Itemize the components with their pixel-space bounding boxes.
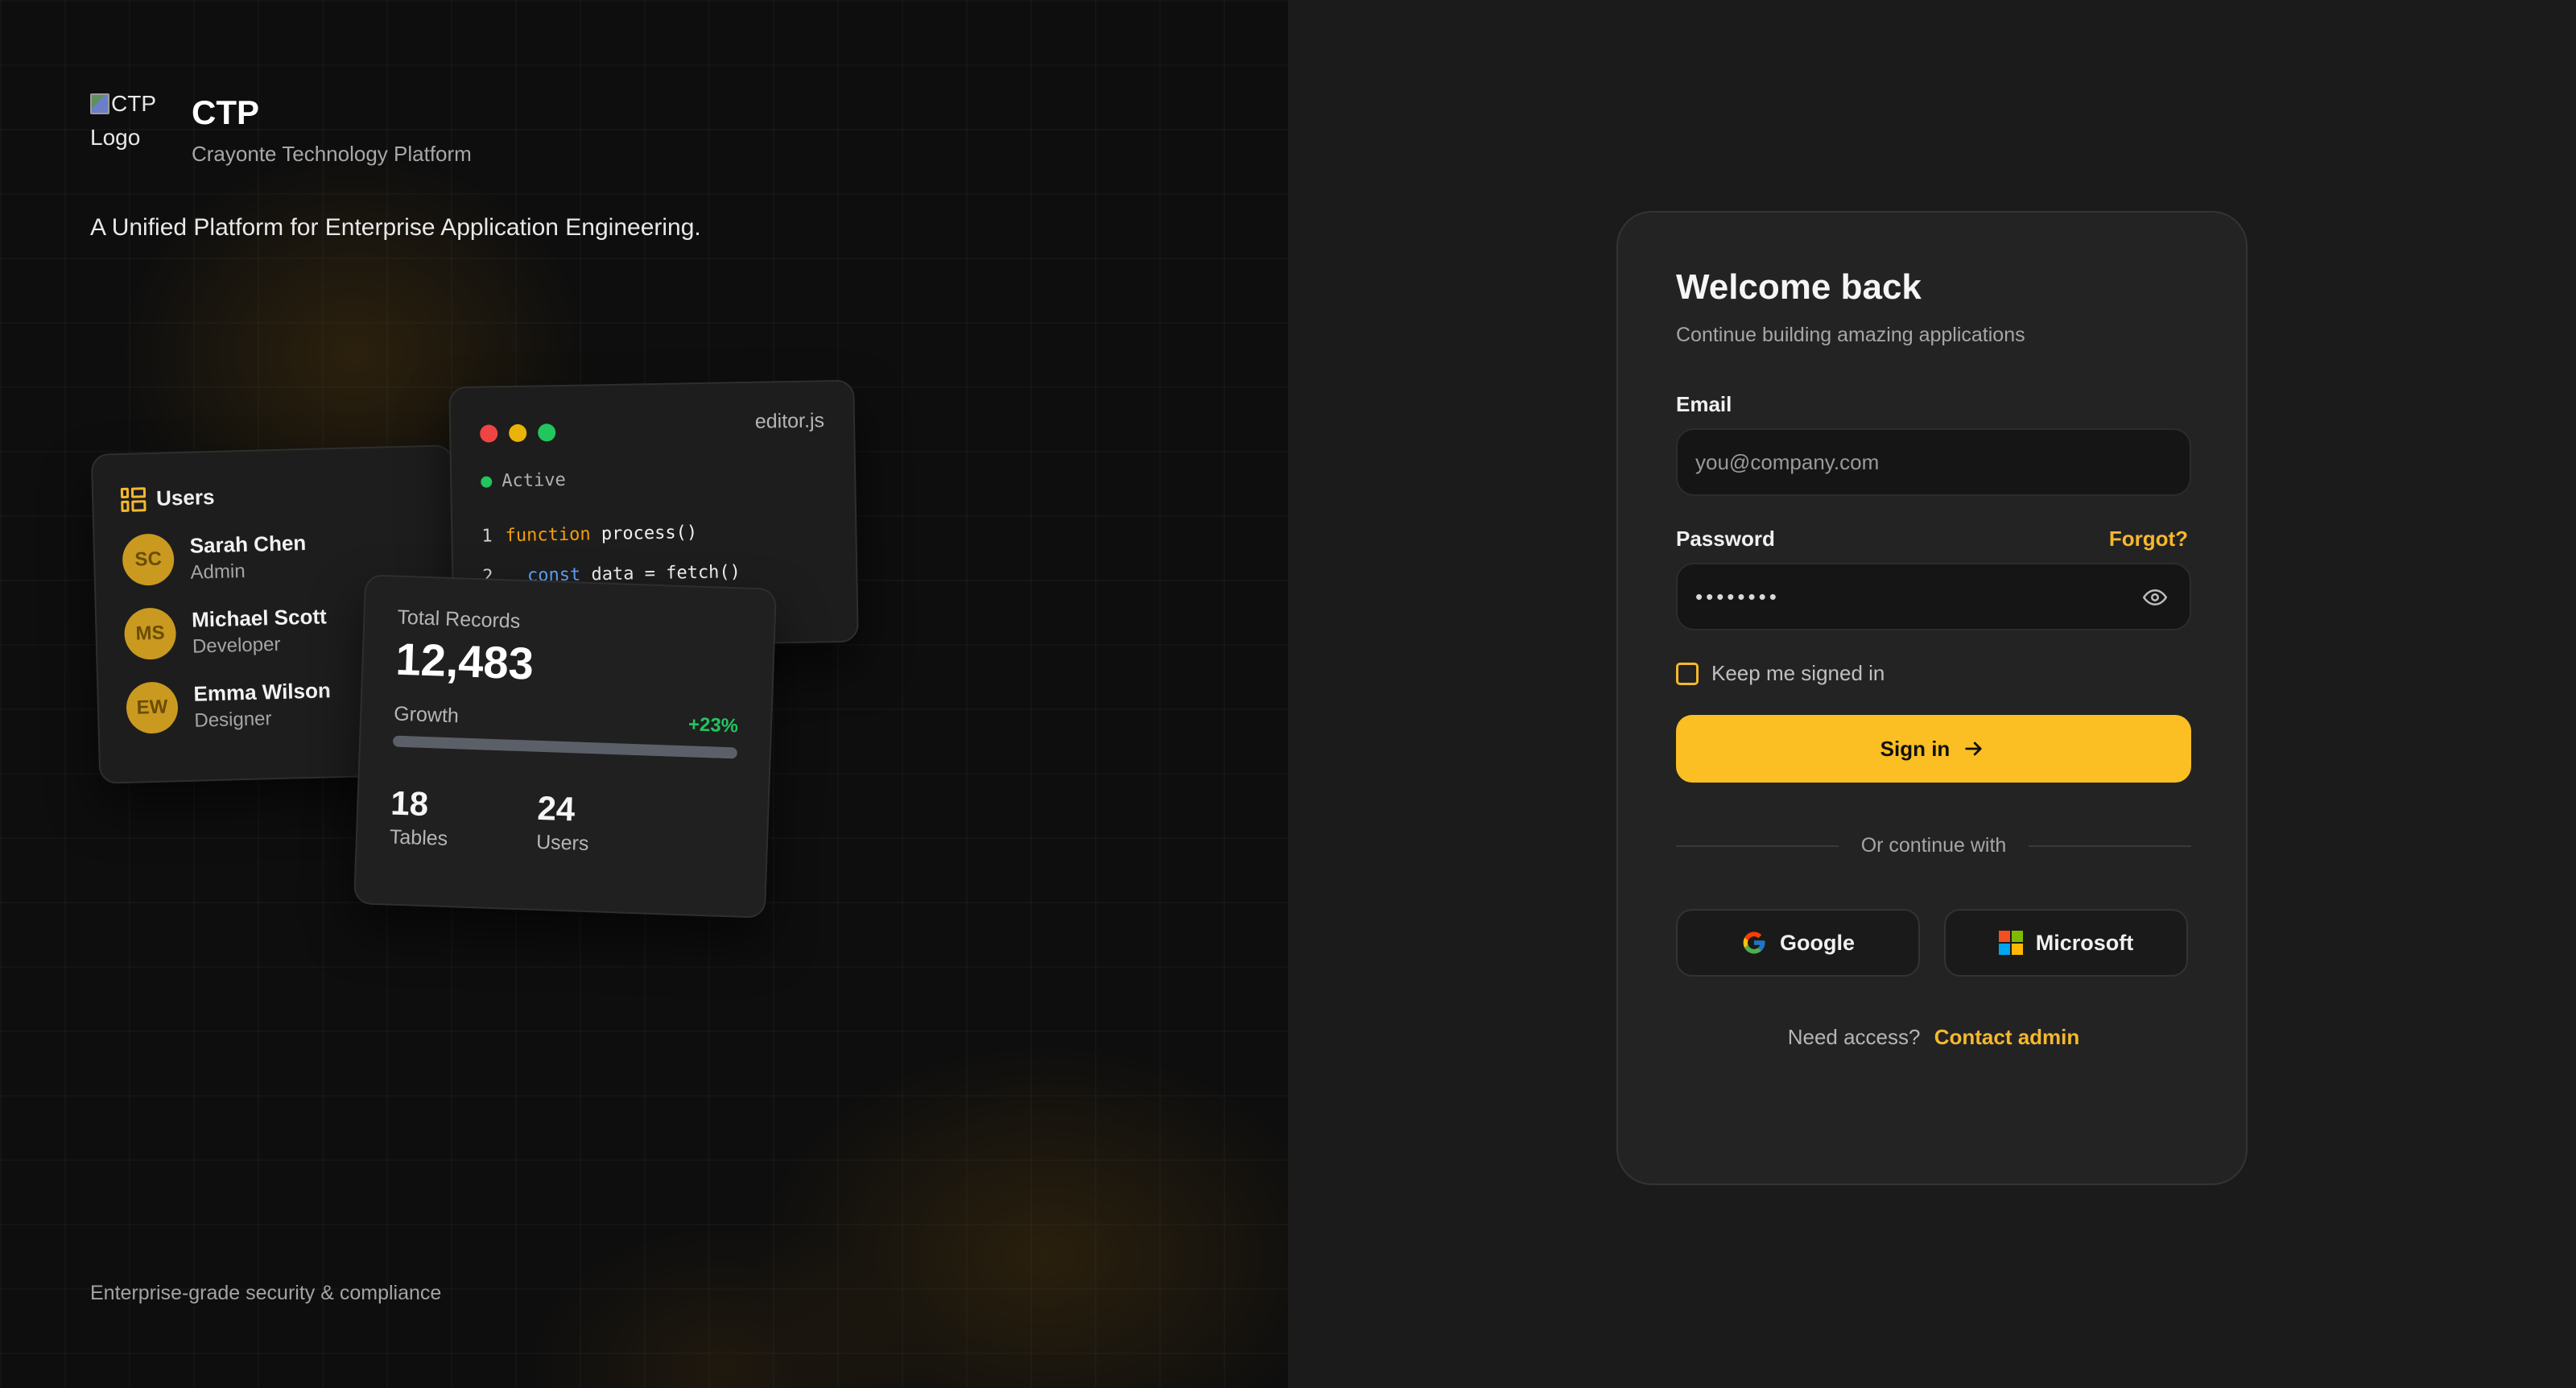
tables-count: 18 (390, 783, 429, 824)
code-line: 1 function process() (481, 512, 740, 557)
broken-image-icon (90, 93, 109, 114)
login-card: Welcome back Continue building amazing a… (1616, 211, 2248, 1185)
editor-status-label: Active (502, 469, 566, 492)
login-title: Welcome back (1676, 267, 1922, 307)
avatar: MS (123, 607, 177, 660)
password-field[interactable]: •••••••• (1676, 563, 2191, 630)
logo-alt-text-2: Logo (90, 125, 141, 150)
avatar: SC (122, 533, 175, 586)
user-role: Developer (192, 633, 281, 658)
logo-image: CTP Logo (90, 87, 179, 155)
stats-card: Total Records 12,483 Growth +23% 18 Tabl… (353, 574, 777, 919)
keep-signed-in-row[interactable]: Keep me signed in (1676, 661, 2188, 686)
user-name: Michael Scott (191, 603, 328, 632)
arrow-right-icon (1965, 742, 1982, 756)
line-number: 1 (481, 526, 493, 547)
avatar: EW (126, 681, 179, 734)
microsoft-label: Microsoft (2035, 930, 2134, 955)
users-count: 24 (536, 788, 576, 828)
code-keyword: function (505, 524, 591, 547)
sign-in-label: Sign in (1880, 736, 1951, 761)
email-field-wrapper (1676, 428, 2191, 496)
logo-alt-text-1: CTP (111, 91, 156, 116)
brand-name: CTP (192, 93, 259, 131)
microsoft-signin-button[interactable]: Microsoft (1944, 909, 2188, 977)
user-role: Designer (194, 707, 272, 732)
contact-admin-link[interactable]: Contact admin (1934, 1025, 2080, 1049)
forgot-password-link[interactable]: Forgot? (2109, 527, 2188, 551)
total-records-value: 12,483 (394, 633, 535, 689)
users-card-title: Users (155, 484, 215, 510)
tagline: A Unified Platform for Enterprise Applic… (90, 214, 701, 241)
brand: CTP Logo CTP Crayonte Technology Platfor… (90, 87, 472, 167)
minimize-dot-icon (509, 423, 527, 443)
security-note: Enterprise-grade security & compliance (90, 1282, 442, 1304)
login-subtitle: Continue building amazing applications (1676, 324, 2025, 346)
editor-status: Active (481, 470, 566, 492)
divider-text: Or continue with (1860, 834, 2007, 857)
close-dot-icon (480, 424, 498, 443)
keep-signed-in-label: Keep me signed in (1711, 661, 1885, 685)
maximize-dot-icon (538, 423, 556, 442)
users-label: Users (535, 830, 589, 856)
or-divider: Or continue with (1676, 834, 2192, 857)
user-name: Sarah Chen (189, 530, 307, 558)
microsoft-icon (1998, 931, 2023, 955)
password-value: •••••••• (1695, 584, 1780, 609)
sign-in-button[interactable]: Sign in (1676, 715, 2191, 783)
growth-progress-fill (392, 735, 738, 759)
user-role: Admin (190, 560, 246, 584)
google-signin-button[interactable]: Google (1676, 909, 1920, 977)
status-dot-icon (481, 475, 493, 488)
access-question: Need access? (1787, 1025, 1921, 1049)
brand-subtitle: Crayonte Technology Platform (192, 142, 472, 166)
access-row: Need access? Contact admin (1676, 1025, 2191, 1050)
growth-value: +23% (687, 713, 739, 737)
tables-label: Tables (389, 825, 448, 850)
users-stat: 24 Users (536, 789, 591, 856)
editor-filename: editor.js (754, 409, 825, 433)
list-icon (120, 486, 147, 512)
window-dots (480, 423, 556, 443)
google-label: Google (1780, 930, 1855, 955)
eye-icon[interactable] (2141, 585, 2169, 609)
code-text: data = fetch() (580, 562, 741, 585)
google-icon (1743, 932, 1765, 954)
password-label: Password (1676, 527, 1775, 551)
code-text: process() (590, 523, 698, 545)
email-field[interactable] (1695, 449, 2172, 475)
hero-panel: CTP Logo CTP Crayonte Technology Platfor… (0, 0, 1288, 1388)
growth-progress-bar (392, 735, 738, 759)
keep-signed-in-checkbox[interactable] (1676, 662, 1699, 685)
email-label: Email (1676, 392, 1732, 416)
user-name: Emma Wilson (193, 677, 332, 706)
growth-label: Growth (393, 702, 460, 728)
tables-stat: 18 Tables (389, 783, 449, 850)
